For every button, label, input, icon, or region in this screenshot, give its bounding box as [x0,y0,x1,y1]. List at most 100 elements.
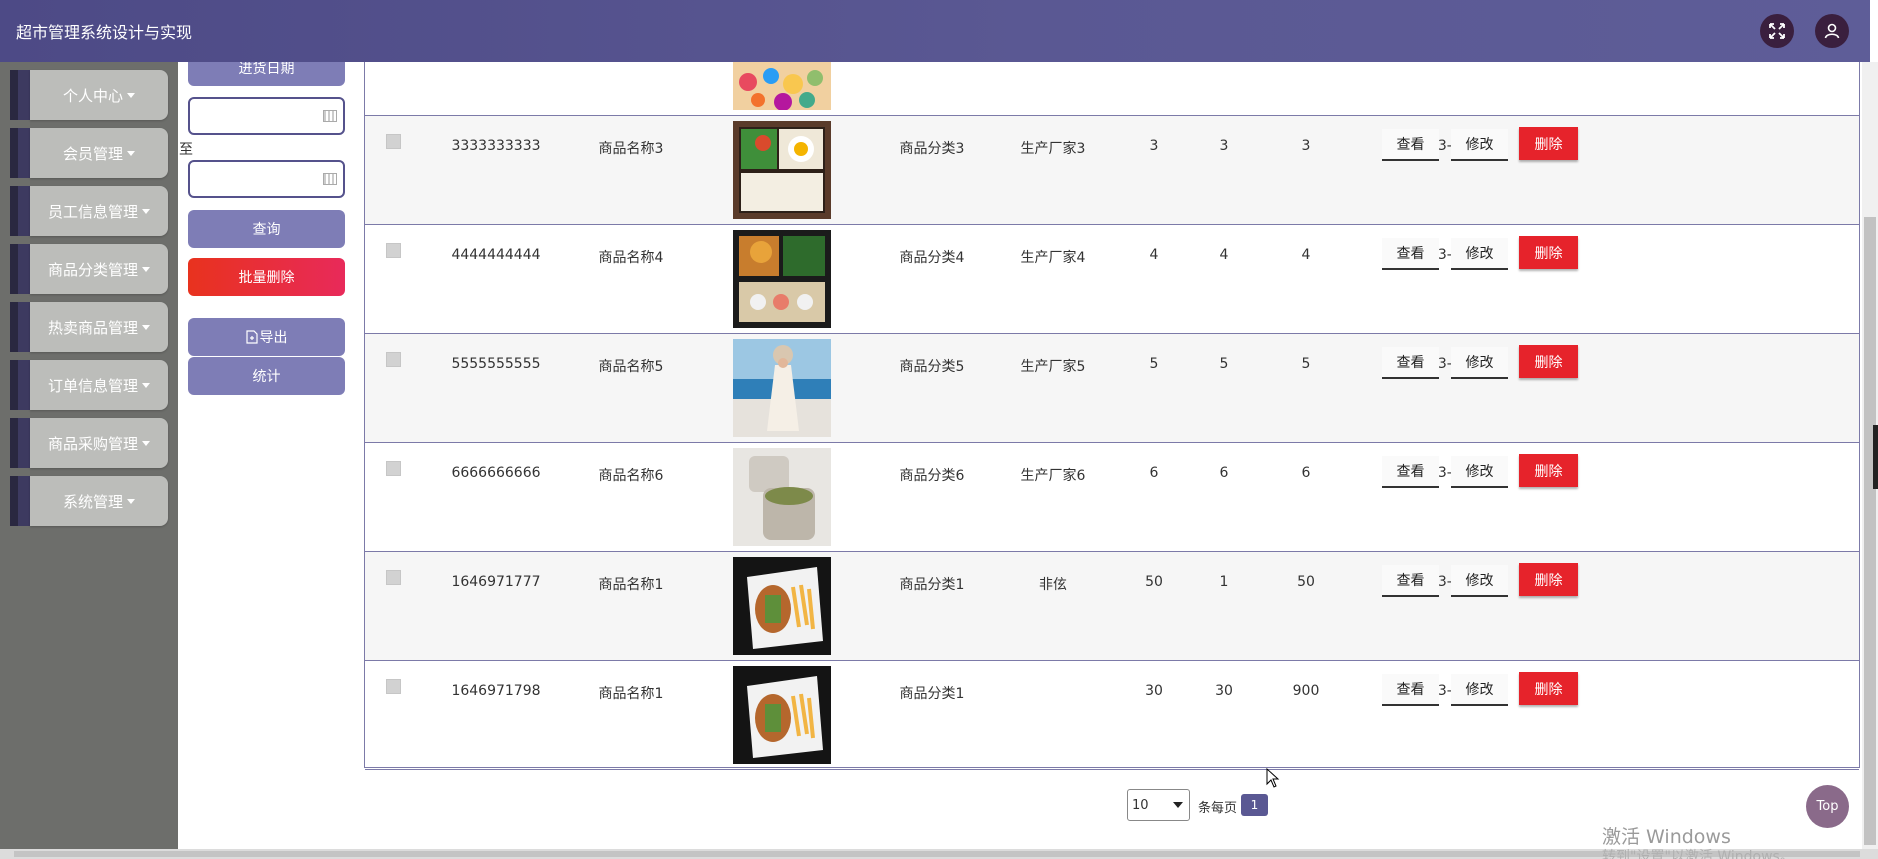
product-maker: 生产厂家6 [1020,468,1086,484]
export-button[interactable]: 导出 [188,318,345,356]
edit-button[interactable]: 修改 [1451,674,1508,706]
product-name: 商品名称4 [598,250,664,266]
row-checkbox[interactable] [386,570,401,585]
table-row: 3333333333 商品名称3 商品分类3 生产厂家3 3 3 3 2022-… [365,116,1859,225]
product-value-3: 3 [1301,138,1311,154]
sidebar-item-purchase[interactable]: 商品采购管理 [10,418,168,468]
view-button[interactable]: 查看 [1382,129,1439,161]
view-button[interactable]: 查看 [1382,565,1439,597]
product-category: 商品分类6 [899,468,965,484]
edit-button[interactable]: 修改 [1451,456,1508,488]
page-number-button[interactable]: 1 [1241,794,1268,816]
caret-down-icon [142,266,150,272]
edit-button[interactable]: 修改 [1451,347,1508,379]
product-name: 商品名称1 [598,577,664,593]
product-value-1: 5 [1149,356,1159,372]
query-button[interactable]: 查询 [188,210,345,248]
product-name: 商品名称3 [598,141,664,157]
view-button[interactable]: 查看 [1382,456,1439,488]
product-value-1: 3 [1149,138,1159,154]
product-thumbnail [733,339,831,437]
date-end-input[interactable] [188,160,345,198]
product-maker: 生产厂家3 [1020,141,1086,157]
caret-down-icon [127,92,135,98]
view-button[interactable]: 查看 [1382,674,1439,706]
product-value-2: 5 [1219,356,1229,372]
product-value-3: 900 [1292,683,1320,699]
chevron-down-icon [1173,802,1183,808]
product-value-2: 30 [1215,683,1233,699]
scrollbar-thumb[interactable] [14,851,1860,857]
product-category: 商品分类4 [899,250,965,266]
scrollbar-thumb[interactable] [1864,217,1876,845]
sidebar: 个人中心 会员管理 员工信息管理 商品分类管理 热卖商品管理 订单信息管理 商品… [0,62,178,859]
product-value-3: 6 [1301,465,1311,481]
sidebar-item-staff[interactable]: 员工信息管理 [10,186,168,236]
delete-button[interactable]: 删除 [1519,454,1578,487]
product-thumbnail [733,230,831,328]
sidebar-item-category[interactable]: 商品分类管理 [10,244,168,294]
sidebar-item-hot-goods[interactable]: 热卖商品管理 [10,302,168,352]
caret-down-icon [142,208,150,214]
table-row: 6666666666 商品名称6 商品分类6 生产厂家6 6 6 6 2022-… [365,443,1859,552]
stats-button[interactable]: 统计 [188,357,345,395]
edit-button[interactable]: 修改 [1451,129,1508,161]
product-category: 商品分类3 [899,141,965,157]
horizontal-scrollbar[interactable] [0,849,1878,859]
app-title: 超市管理系统设计与实现 [16,23,193,42]
page-size-select[interactable]: 10 [1127,789,1190,821]
caret-down-icon [142,382,150,388]
table-row: 5555555555 商品名称5 商品分类5 生产厂家5 5 5 5 2022-… [365,334,1859,443]
mouse-cursor-icon [1266,768,1280,788]
view-button[interactable]: 查看 [1382,347,1439,379]
delete-button[interactable]: 删除 [1519,345,1578,378]
product-category: 商品分类1 [899,686,965,702]
row-checkbox[interactable] [386,243,401,258]
product-code: 4444444444 [451,247,541,263]
product-maker: 生产厂家5 [1020,359,1086,375]
delete-button[interactable]: 删除 [1519,236,1578,269]
sidebar-item-personal-center[interactable]: 个人中心 [10,70,168,120]
delete-button[interactable]: 删除 [1519,127,1578,160]
product-value-1: 50 [1145,574,1163,590]
product-value-1: 6 [1149,465,1159,481]
product-name: 商品名称6 [598,468,664,484]
view-button[interactable]: 查看 [1382,238,1439,270]
row-checkbox[interactable] [386,352,401,367]
product-maker: 非伭 [1039,577,1067,593]
sidebar-item-system[interactable]: 系统管理 [10,476,168,526]
product-category: 商品分类1 [899,577,965,593]
product-code: 1646971798 [451,683,541,699]
date-start-input[interactable] [188,97,345,135]
back-to-top-button[interactable]: Top [1806,785,1849,828]
sidebar-item-orders[interactable]: 订单信息管理 [10,360,168,410]
caret-down-icon [142,440,150,446]
product-value-1: 4 [1149,247,1159,263]
fullscreen-icon[interactable] [1760,14,1794,48]
product-value-2: 6 [1219,465,1229,481]
calendar-icon [323,110,337,122]
row-checkbox[interactable] [386,134,401,149]
edit-button[interactable]: 修改 [1451,238,1508,270]
product-code: 5555555555 [451,356,541,372]
date-range-separator: 至 [179,142,193,158]
product-value-3: 4 [1301,247,1311,263]
product-name: 商品名称1 [598,686,664,702]
product-value-1: 30 [1145,683,1163,699]
product-value-2: 1 [1219,574,1229,590]
windows-activation-watermark-sub: 转到"设置"以激活 Windows。 [1602,849,1794,859]
product-code: 1646971777 [451,574,541,590]
edit-button[interactable]: 修改 [1451,565,1508,597]
delete-button[interactable]: 删除 [1519,563,1578,596]
product-thumbnail [733,557,831,655]
caret-down-icon [142,324,150,330]
row-checkbox[interactable] [386,461,401,476]
sidebar-item-member[interactable]: 会员管理 [10,128,168,178]
row-checkbox[interactable] [386,679,401,694]
batch-delete-button[interactable]: 批量删除 [188,258,345,296]
windows-activation-watermark: 激活 Windows [1602,826,1731,848]
table-row: 4444444444 商品名称4 商品分类4 生产厂家4 4 4 4 2022-… [365,225,1859,334]
user-icon[interactable] [1815,14,1849,48]
delete-button[interactable]: 删除 [1519,672,1578,705]
product-thumbnail [733,62,831,110]
